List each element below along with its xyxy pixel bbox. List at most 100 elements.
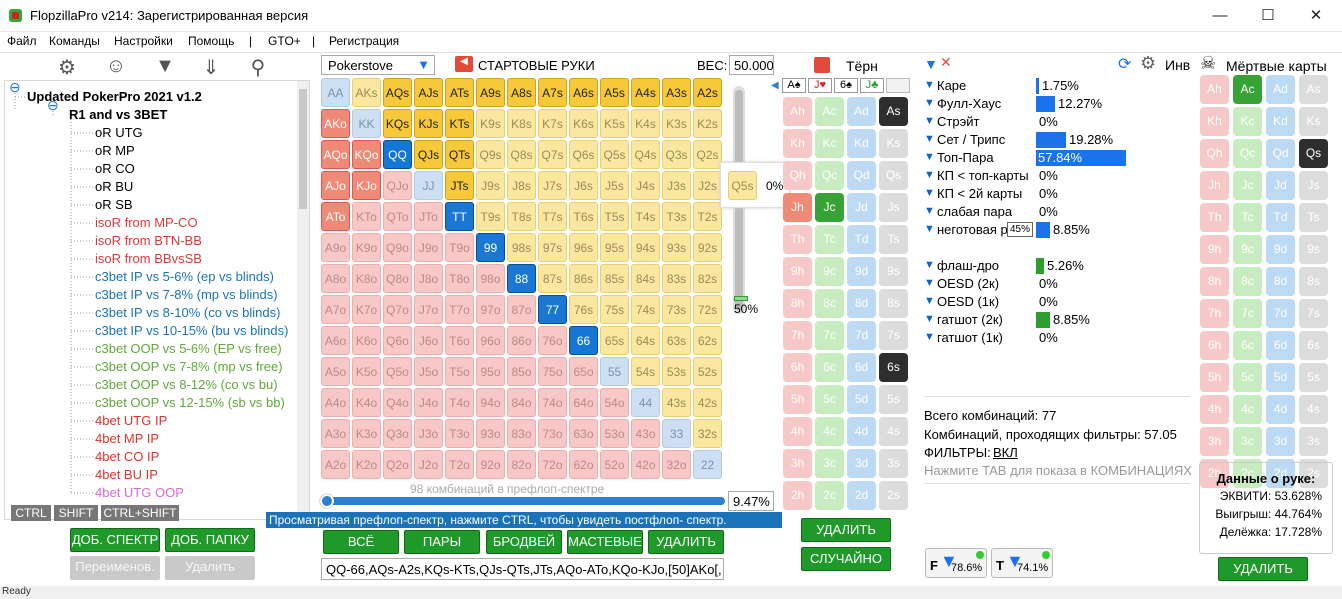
hand-cell[interactable]: J7o [414,295,443,324]
search-icon[interactable]: ⚲ [245,55,271,79]
tree-item[interactable]: 4bet MP IP [95,430,159,448]
hand-cell[interactable]: J5s [600,171,629,200]
add-folder-button[interactable]: ДОБ. ПАПКУ [165,528,255,552]
hand-cell[interactable]: 33 [662,419,691,448]
hand-cell[interactable]: K8o [352,264,381,293]
hand-cell[interactable]: KTo [352,202,381,231]
filter-icon[interactable]: ▼ [924,313,935,325]
card-9s[interactable]: 9s [1299,235,1328,264]
menu-help[interactable]: Помощь [188,34,234,48]
hand-cell[interactable]: 99 [476,233,505,262]
hand-cell[interactable]: T4o [445,388,474,417]
card-4c[interactable]: 4c [1233,395,1262,424]
hand-cell[interactable]: J8s [507,171,536,200]
hand-cell[interactable]: Q4s [631,140,660,169]
hand-cell[interactable]: Q5o [383,357,412,386]
pairs-button[interactable]: ПАРЫ [404,530,480,554]
hand-cell[interactable]: ATs [445,78,474,107]
card-Kd[interactable]: Kd [1266,107,1295,136]
hand-cell[interactable]: 73o [538,419,567,448]
hand-cell[interactable]: T2o [445,450,474,479]
card-7s[interactable]: 7s [879,321,908,350]
hand-cell[interactable]: 92o [476,450,505,479]
hand-cell[interactable]: JJ [414,171,443,200]
tree-item[interactable]: 4bet UTG OOP [95,484,184,502]
hand-cell[interactable]: T5o [445,357,474,386]
tree-item[interactable]: 4bet CO IP [95,448,159,466]
hand-cell[interactable]: 98s [507,233,536,262]
tree-item[interactable]: c3bet IP vs 7-8% (mp vs blinds) [95,286,278,304]
hand-cell[interactable]: Q3o [383,419,412,448]
suited-button[interactable]: МАСТЕВЫЕ [567,530,643,554]
card-6s[interactable]: 6s [1299,331,1328,360]
hand-cell[interactable]: K3o [352,419,381,448]
card-6c[interactable]: 6c [815,353,844,382]
card-9s[interactable]: 9s [879,257,908,286]
hand-cell[interactable]: A3o [321,419,350,448]
hand-cell[interactable]: Q7s [538,140,567,169]
filter-icon[interactable]: ▼ [924,277,935,289]
hand-cell[interactable]: 62s [693,326,722,355]
hand-cell[interactable]: T6s [569,202,598,231]
hand-cell[interactable]: A6o [321,326,350,355]
menu-commands[interactable]: Команды [49,34,100,48]
card-9c[interactable]: 9c [1233,235,1262,264]
hand-cell[interactable]: J9s [476,171,505,200]
card-Qc[interactable]: Qc [815,161,844,190]
hand-cell[interactable]: J7s [538,171,567,200]
hand-cell[interactable]: 43o [631,419,660,448]
hand-cell[interactable]: Q4o [383,388,412,417]
hand-cell[interactable]: K8s [507,109,536,138]
board-card[interactable]: J♣ [860,78,884,93]
hand-cell[interactable]: A3s [662,78,691,107]
hand-cell[interactable]: A6s [569,78,598,107]
hand-cell[interactable]: 76o [538,326,567,355]
hand-cell[interactable]: 43s [662,388,691,417]
card-Kc[interactable]: Kc [815,129,844,158]
hand-cell[interactable]: 42s [693,388,722,417]
hand-cell[interactable]: KQo [352,140,381,169]
random-button[interactable]: СЛУЧАЙНО [801,547,891,571]
tree-item[interactable]: isoR from BTN-BB [95,232,202,250]
card-7d[interactable]: 7d [847,321,876,350]
card-Td[interactable]: Td [1266,203,1295,232]
card-6c[interactable]: 6c [1233,331,1262,360]
card-5h[interactable]: 5h [783,385,812,414]
card-5c[interactable]: 5c [815,385,844,414]
hand-cell[interactable]: 76s [569,295,598,324]
card-2d[interactable]: 2d [847,481,876,510]
hand-cell[interactable]: 74o [538,388,567,417]
card-Ts[interactable]: Ts [879,225,908,254]
close-icon[interactable]: ✕ [1306,6,1326,26]
hand-cell[interactable]: AJs [414,78,443,107]
hand-cell[interactable]: 84o [507,388,536,417]
minimize-icon[interactable]: — [1210,6,1230,26]
filter-icon[interactable]: ▼ [924,151,935,163]
filter-add-icon[interactable]: ▼ [152,55,178,77]
hand-cell[interactable]: A5o [321,357,350,386]
hand-cell[interactable]: 84s [631,264,660,293]
filter-icon[interactable]: ▼ [924,115,935,127]
hand-cell[interactable]: K6o [352,326,381,355]
hand-cell[interactable]: QJs [414,140,443,169]
card-Ts[interactable]: Ts [1299,203,1328,232]
hand-cell[interactable]: J9o [414,233,443,262]
hand-cell[interactable]: 85s [600,264,629,293]
hand-cell[interactable]: Q8s [507,140,536,169]
card-9c[interactable]: 9c [815,257,844,286]
hand-cell[interactable]: A4s [631,78,660,107]
card-Qd[interactable]: Qd [1266,139,1295,168]
hand-cell[interactable]: 54s [631,357,660,386]
hand-cell[interactable]: AQo [321,140,350,169]
hand-cell[interactable]: J2o [414,450,443,479]
hand-cell[interactable]: T3s [662,202,691,231]
rename-button[interactable]: Переименов. [70,556,160,580]
menu-file[interactable]: Файл [7,34,37,48]
hand-cell[interactable]: J2s [693,171,722,200]
tree-item[interactable]: c3bet OOP vs 12-15% (sb vs bb) [95,394,285,412]
card-5d[interactable]: 5d [1266,363,1295,392]
hand-cell[interactable]: AA [321,78,350,107]
tree-item[interactable]: oR MP [95,142,135,160]
hand-cell[interactable]: 83o [507,419,536,448]
hand-cell[interactable]: 32s [693,419,722,448]
